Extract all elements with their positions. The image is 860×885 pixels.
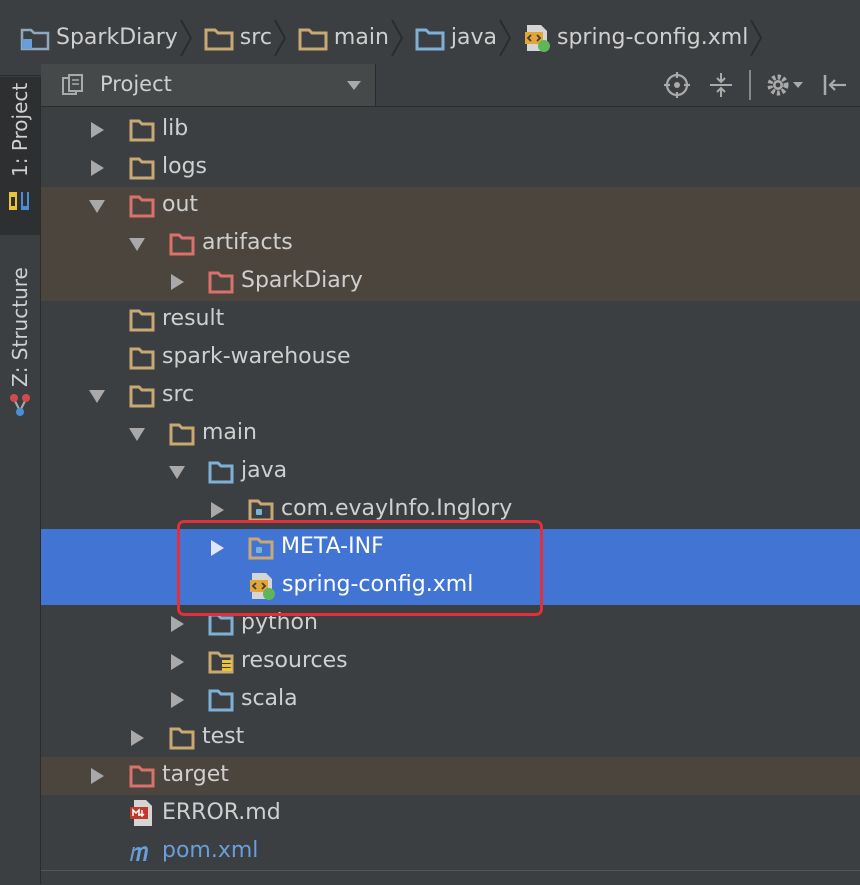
excluded-folder-icon [129,765,155,788]
folder-icon [129,309,155,332]
toolbar-divider [749,70,751,100]
expand-arrow-icon[interactable] [91,768,104,784]
tree-item-label: java [241,458,288,483]
tree-item-label: com.evayInfo.Inglory [281,496,513,521]
collapse-arrow-icon[interactable] [89,200,105,213]
locate-icon[interactable] [664,72,690,98]
tree-item-pom-xml[interactable]: pom.xml [41,833,860,871]
breadcrumb-label: main [333,25,389,50]
chevron-right-icon [391,19,403,56]
project-panel-header: Project [41,64,860,107]
source-folder-icon [208,689,234,712]
spring-xml-icon [525,24,550,52]
tree-item-label: spark-warehouse [162,344,351,369]
tree-item-label: result [162,306,225,331]
tab-structure-label: Z: Structure [8,267,32,387]
source-folder-icon [415,28,445,50]
breadcrumb-label: src [239,25,272,50]
excluded-folder-icon [208,271,234,294]
folder-icon [298,28,328,50]
source-folder-icon [208,461,234,484]
chevron-right-icon [274,19,286,56]
expand-arrow-icon[interactable] [91,122,104,138]
folder-icon [129,119,155,142]
hide-icon[interactable] [822,72,848,98]
resources-folder-icon [208,651,234,674]
folder-icon [204,28,234,50]
tree-item-main[interactable]: main [41,415,860,453]
folder-icon [169,423,195,446]
folder-icon [129,385,155,408]
tree-item-label: src [162,382,195,407]
tree-item-test[interactable]: test [41,719,860,757]
chevron-right-icon [499,19,511,56]
tree-item-error-md[interactable]: ERROR.md [41,795,860,833]
tab-project-label: 1: Project [8,82,32,177]
highlight-box [177,520,543,616]
tree-item-label: pom.xml [162,838,259,863]
collapse-arrow-icon[interactable] [169,466,185,479]
tree-item-label: ERROR.md [162,800,281,825]
tree-item-label: artifacts [202,230,293,255]
tree-item-target[interactable]: target [41,757,860,795]
tree-item-scala[interactable]: scala [41,681,860,719]
chevron-down-icon [347,81,361,90]
tree-item-label: resources [241,648,348,673]
collapse-arrow-icon[interactable] [129,428,145,441]
folder-icon [129,157,155,180]
expand-arrow-icon[interactable] [171,654,184,670]
tree-item-lib[interactable]: lib [41,111,860,149]
tree-item-java[interactable]: java [41,453,860,491]
collapse-arrow-icon[interactable] [129,238,145,251]
maven-file-icon [130,846,148,861]
tree-item-label: scala [241,686,298,711]
excluded-folder-icon [169,233,195,256]
structure-tool-icon [10,394,30,416]
tree-item-result[interactable]: result [41,301,860,339]
expand-arrow-icon[interactable] [131,730,144,746]
tree-item-label: test [202,724,245,749]
tree-item-logs[interactable]: logs [41,149,860,187]
chevron-right-icon [750,19,763,56]
gear-icon[interactable] [765,71,805,99]
tool-window-strip: 1: Project Z: Structure [0,77,41,884]
project-view-icon [62,74,83,95]
project-tool-icon [9,192,29,210]
tree-item-src[interactable]: src [41,377,860,415]
project-view-label: Project [100,72,172,96]
project-tree: lib logs out artifacts SparkDiary result… [41,108,860,870]
folder-icon [129,347,155,370]
breadcrumb-label: spring-config.xml [557,25,749,50]
collapse-arrow-icon[interactable] [89,390,105,403]
project-view-dropdown[interactable]: Project [41,64,376,106]
tree-item-label: main [202,420,257,445]
chevron-right-icon [179,19,192,56]
tree-item-out[interactable]: out [41,187,860,225]
expand-arrow-icon[interactable] [211,502,224,518]
breadcrumb-label: java [450,25,497,50]
tree-item-label: lib [162,116,189,141]
tree-item-sparkdiary[interactable]: SparkDiary [41,263,860,301]
tree-item-label: target [162,762,229,787]
folder-icon [169,727,195,750]
tree-item-label: out [162,192,199,217]
excluded-folder-icon [129,195,155,218]
breadcrumb-label: SparkDiary [56,25,178,50]
expand-arrow-icon[interactable] [171,274,184,290]
panel-bottom-border [41,870,860,885]
expand-arrow-icon[interactable] [171,616,184,632]
tab-structure[interactable]: Z: Structure [0,247,40,427]
tree-item-artifacts[interactable]: artifacts [41,225,860,263]
expand-arrow-icon[interactable] [91,160,104,176]
tree-item-spark-warehouse[interactable]: spark-warehouse [41,339,860,377]
tree-item-resources[interactable]: resources [41,643,860,681]
module-icon [20,28,50,50]
tree-item-label: logs [162,154,207,179]
collapse-all-icon[interactable] [708,71,734,99]
markdown-file-icon [130,800,152,826]
expand-arrow-icon[interactable] [171,692,184,708]
tree-item-label: SparkDiary [241,268,363,293]
tab-project[interactable]: 1: Project [0,77,40,235]
